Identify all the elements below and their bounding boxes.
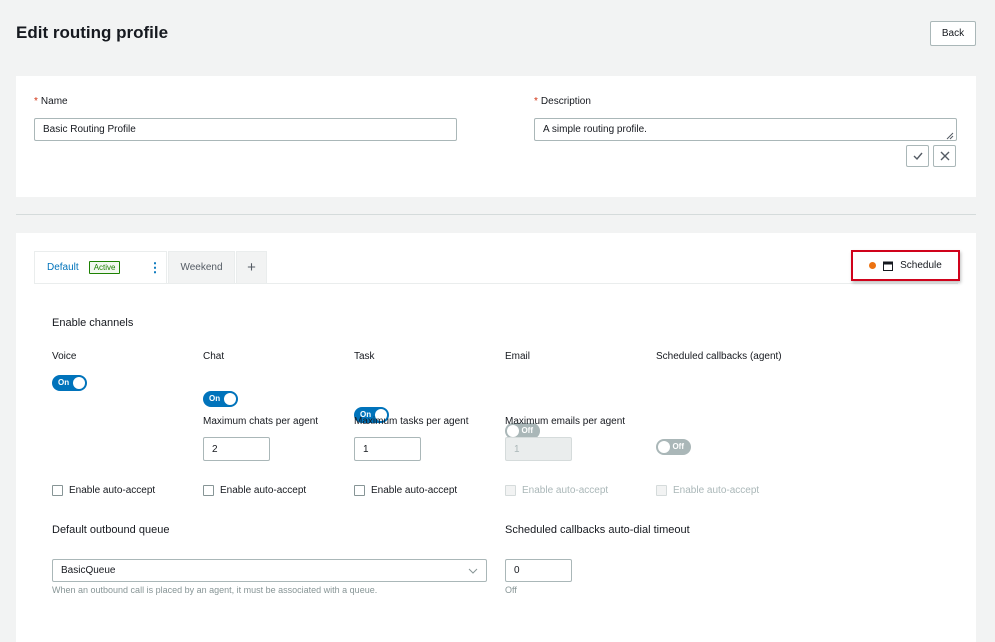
callbacks-agent-auto-accept: Enable auto-accept: [656, 485, 759, 496]
tab-default[interactable]: Default Active ⋮: [34, 251, 167, 283]
checkbox: [505, 485, 516, 496]
close-icon: [940, 151, 949, 161]
checkbox[interactable]: [52, 485, 63, 496]
toggle-knob: [224, 393, 236, 405]
confirm-button[interactable]: [906, 145, 929, 167]
task-auto-accept-label: Enable auto-accept: [371, 485, 458, 496]
callbacks-timeout-help: Off: [505, 585, 517, 595]
callbacks-agent-auto-accept-label: Enable auto-accept: [673, 485, 760, 496]
add-tab-button[interactable]: +: [236, 251, 267, 283]
max-chats-field[interactable]: 2: [203, 437, 270, 461]
email-auto-accept-label: Enable auto-accept: [522, 485, 609, 496]
max-chats-label: Maximum chats per agent: [203, 416, 319, 427]
task-label: Task: [354, 351, 375, 362]
task-auto-accept[interactable]: Enable auto-accept: [354, 485, 457, 496]
calendar-icon: [883, 261, 894, 271]
email-toggle-text: Off: [521, 426, 533, 435]
name-label: * Name: [34, 96, 68, 107]
cancel-button[interactable]: [933, 145, 956, 167]
name-field[interactable]: Basic Routing Profile: [34, 118, 457, 141]
voice-toggle-text: On: [58, 378, 70, 387]
outbound-queue-help: When an outbound call is placed by an ag…: [52, 585, 378, 595]
section-divider: [16, 214, 976, 215]
voice-auto-accept[interactable]: Enable auto-accept: [52, 485, 155, 496]
checkbox: [656, 485, 667, 496]
checkbox[interactable]: [203, 485, 214, 496]
check-icon: [913, 152, 923, 161]
outbound-queue-label: Default outbound queue: [52, 524, 170, 536]
schedule-status-dot: [869, 262, 877, 269]
voice-auto-accept-label: Enable auto-accept: [69, 485, 156, 496]
outbound-queue-value: BasicQueue: [61, 565, 116, 576]
toggle-knob: [73, 377, 85, 389]
voice-label: Voice: [52, 351, 77, 362]
chat-label: Chat: [203, 351, 225, 362]
callbacks-timeout-label: Scheduled callbacks auto-dial timeout: [505, 524, 690, 536]
chat-toggle-text: On: [209, 394, 221, 403]
voice-toggle[interactable]: On: [52, 375, 87, 391]
checkbox[interactable]: [354, 485, 365, 496]
back-button[interactable]: Back: [930, 21, 976, 46]
chat-auto-accept-label: Enable auto-accept: [220, 485, 307, 496]
resize-handle-icon[interactable]: [946, 131, 954, 140]
schedule-label: Schedule: [900, 260, 942, 271]
max-tasks-label: Maximum tasks per agent: [354, 416, 469, 427]
max-tasks-field[interactable]: 1: [354, 437, 421, 461]
chevron-down-icon: [468, 568, 478, 574]
toggle-knob: [658, 441, 670, 453]
max-emails-label: Maximum emails per agent: [505, 416, 626, 427]
callbacks-agent-toggle[interactable]: Off: [656, 439, 691, 455]
chat-toggle[interactable]: On: [203, 391, 238, 407]
channels-heading: Enable channels: [52, 317, 134, 329]
tab-underline: [34, 283, 958, 284]
description-label: * Description: [534, 96, 591, 107]
email-auto-accept: Enable auto-accept: [505, 485, 608, 496]
tab-menu-icon[interactable]: ⋮: [148, 261, 161, 274]
callbacks-agent-toggle-text: Off: [672, 442, 684, 451]
tab-default-label: Default: [47, 262, 79, 273]
outbound-queue-select[interactable]: BasicQueue: [52, 559, 487, 582]
schedule-button[interactable]: Schedule: [851, 250, 960, 281]
email-label: Email: [505, 351, 531, 362]
description-field[interactable]: A simple routing profile.: [534, 118, 957, 141]
active-badge: Active: [88, 261, 121, 274]
max-emails-field: 1: [505, 437, 572, 461]
tab-weekend[interactable]: Weekend: [168, 251, 235, 283]
callbacks-timeout-field[interactable]: 0: [505, 559, 572, 582]
callbacks-agent-label: Scheduled callbacks (agent): [656, 351, 782, 362]
page-title: Edit routing profile: [16, 23, 169, 42]
chat-auto-accept[interactable]: Enable auto-accept: [203, 485, 306, 496]
